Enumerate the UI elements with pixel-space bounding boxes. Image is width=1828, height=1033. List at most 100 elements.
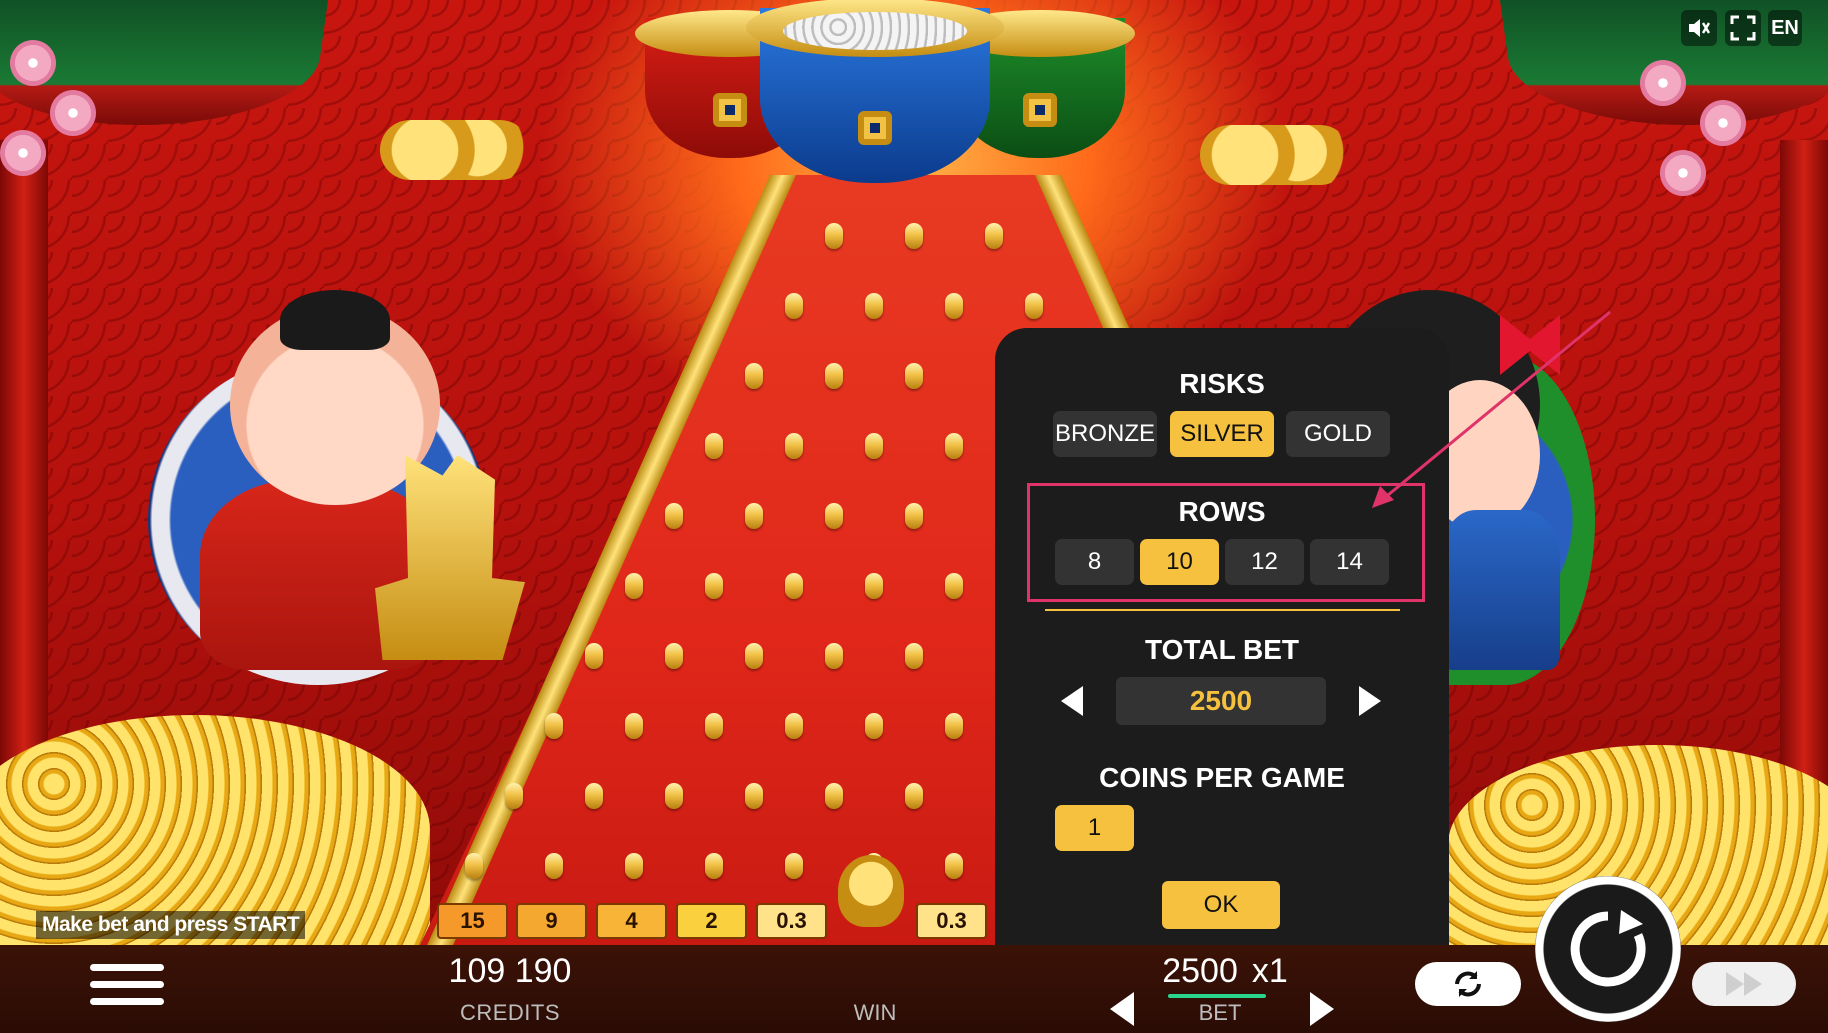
blue-pot (746, 0, 1004, 183)
instruction-hint: Make bet and press START (36, 911, 306, 939)
bet-decrease-arrow-icon[interactable] (1110, 992, 1134, 1026)
peg (825, 783, 843, 809)
bet-underline (1168, 994, 1266, 998)
peg (905, 223, 923, 249)
peg (785, 713, 803, 739)
multiplier-slot: 0.3 (916, 903, 987, 939)
peg (865, 293, 883, 319)
right-pillar (1780, 140, 1828, 840)
multiplier-slot: 15 (437, 903, 508, 939)
risk-option-bronze[interactable]: BRONZE (1053, 411, 1157, 457)
peg (705, 433, 723, 459)
autoplay-button[interactable] (1415, 962, 1521, 1006)
win-label: WIN (853, 1000, 897, 1025)
left-pillar (0, 140, 48, 840)
bet-increase-arrow-icon[interactable] (1310, 992, 1334, 1026)
bet-multiplier: x1 (1251, 952, 1288, 990)
peg (465, 853, 483, 879)
peg (945, 853, 963, 879)
coins-option-1[interactable]: 1 (1055, 805, 1134, 851)
peg (905, 643, 923, 669)
spin-button[interactable] (1535, 876, 1681, 1022)
golden-frog-icon (838, 855, 904, 927)
rows-option-8[interactable]: 8 (1055, 539, 1134, 585)
peg (705, 573, 723, 599)
peg (825, 643, 843, 669)
peg (625, 853, 643, 879)
rows-option-10[interactable]: 10 (1140, 539, 1219, 585)
peg (825, 503, 843, 529)
peg (865, 713, 883, 739)
total-bet-decrease-icon[interactable] (1061, 686, 1083, 716)
language-button[interactable]: EN (1768, 10, 1802, 46)
blossom-icon (1640, 60, 1686, 106)
peg (865, 573, 883, 599)
peg (785, 433, 803, 459)
peg (945, 713, 963, 739)
bet-value: 2500 (1162, 952, 1238, 990)
peg (745, 643, 763, 669)
peg (665, 643, 683, 669)
peg (945, 433, 963, 459)
blossom-icon (50, 90, 96, 136)
peg (705, 713, 723, 739)
sound-toggle-icon[interactable] (1681, 10, 1717, 46)
coins-per-game-title: COINS PER GAME (1099, 762, 1345, 793)
multiplier-slot: 9 (516, 903, 587, 939)
multiplier-slot: 2 (676, 903, 747, 939)
total-bet-title: TOTAL BET (1145, 634, 1299, 665)
total-bet-increase-icon[interactable] (1359, 686, 1381, 716)
credits-value: 109 190 (448, 952, 572, 990)
girl-character (1440, 510, 1560, 670)
bet-label: BET (1198, 1000, 1242, 1025)
cloud-ornament (1200, 125, 1350, 185)
peg (865, 433, 883, 459)
multiplier-slot: 4 (596, 903, 667, 939)
peg (785, 853, 803, 879)
peg (985, 223, 1003, 249)
menu-hamburger-icon[interactable] (90, 964, 164, 1014)
peg (905, 783, 923, 809)
peg (665, 503, 683, 529)
rows-option-12[interactable]: 12 (1225, 539, 1304, 585)
peg (745, 783, 763, 809)
annotation-arrow-icon (1372, 310, 1611, 508)
blossom-icon (10, 40, 56, 86)
peg (665, 783, 683, 809)
peg (905, 363, 923, 389)
fast-forward-icon (1726, 972, 1762, 996)
peg (945, 573, 963, 599)
peg (905, 503, 923, 529)
rows-option-14[interactable]: 14 (1310, 539, 1389, 585)
peg (505, 783, 523, 809)
peg (585, 783, 603, 809)
total-bet-value: 2500 (1116, 677, 1326, 725)
peg (585, 643, 603, 669)
fullscreen-icon[interactable] (1725, 10, 1761, 46)
blossom-icon (0, 130, 46, 176)
multiplier-slot: 0.3 (756, 903, 827, 939)
peg (545, 853, 563, 879)
peg (785, 293, 803, 319)
peg (825, 223, 843, 249)
blossom-icon (1660, 150, 1706, 196)
peg (625, 713, 643, 739)
peg (745, 503, 763, 529)
peg (1025, 293, 1043, 319)
peg (945, 293, 963, 319)
peg (825, 363, 843, 389)
peg (785, 573, 803, 599)
panel-divider (1045, 609, 1400, 611)
cloud-ornament (380, 120, 530, 180)
peg (545, 713, 563, 739)
peg (745, 363, 763, 389)
autoplay-icon (1455, 971, 1481, 997)
peg (625, 573, 643, 599)
turbo-button[interactable] (1692, 962, 1796, 1006)
boy-hair (280, 290, 390, 350)
ok-button[interactable]: OK (1162, 881, 1280, 929)
peg (705, 853, 723, 879)
risk-option-silver[interactable]: SILVER (1170, 411, 1274, 457)
bet-display: 2500 x1 (1135, 952, 1315, 991)
spin-icon (1570, 910, 1646, 987)
